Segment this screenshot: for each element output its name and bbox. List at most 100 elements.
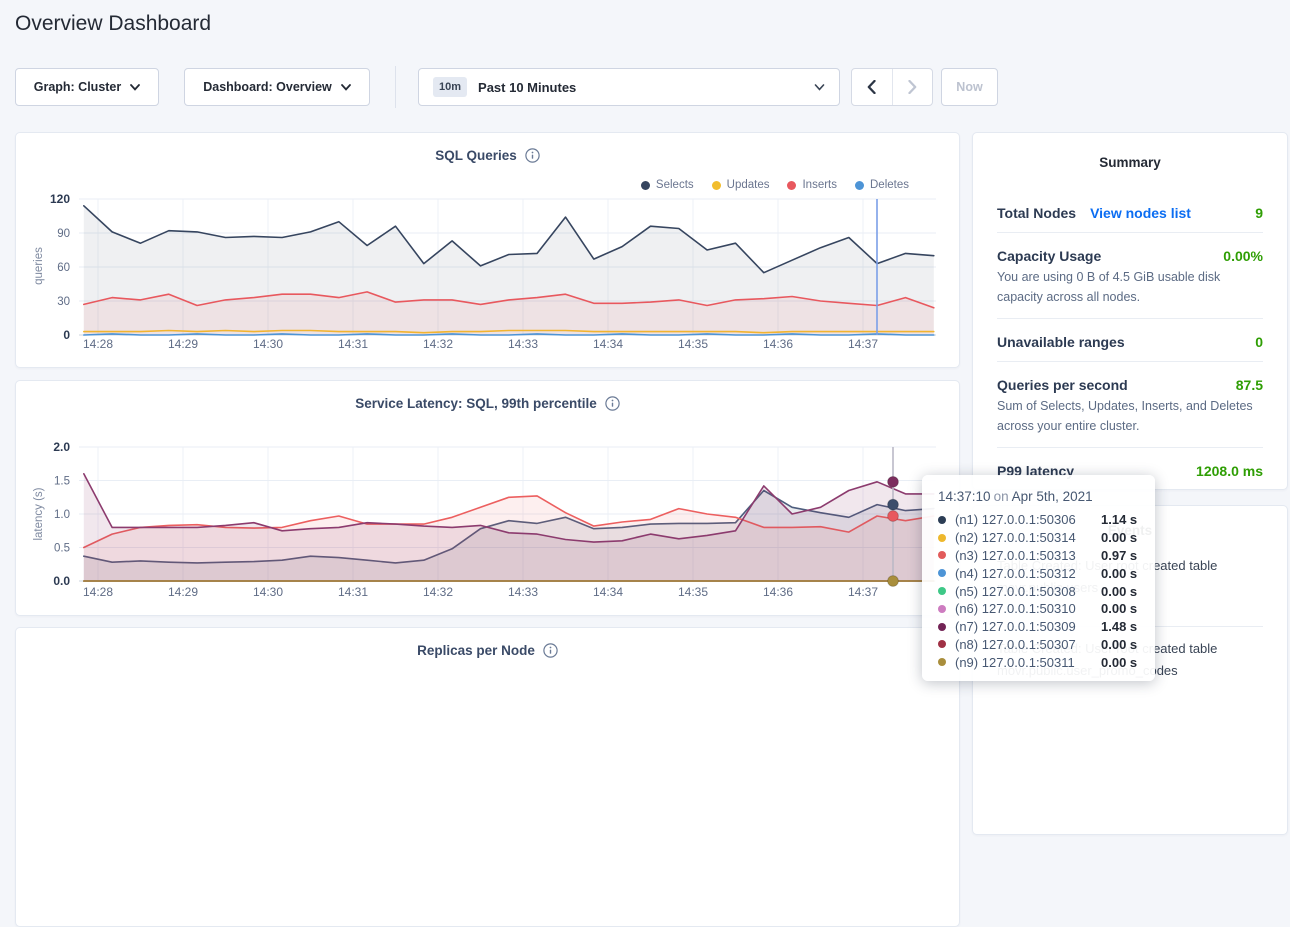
node-color-dot — [938, 569, 946, 577]
x-tick-label: 14:31 — [338, 585, 368, 599]
y-tick-label: 0 — [63, 328, 70, 342]
tooltip-row: (n9) 127.0.0.1:503110.00 s — [938, 653, 1139, 671]
now-button[interactable]: Now — [941, 68, 998, 106]
time-range-label: Past 10 Minutes — [478, 80, 576, 95]
x-tick-label: 14:30 — [253, 585, 283, 599]
graph-select[interactable]: Graph: Cluster — [15, 68, 159, 106]
tooltip-node-value: 0.00 s — [1101, 655, 1137, 670]
tooltip-time: 14:37:10 — [938, 489, 991, 504]
tooltip-node-value: 0.00 s — [1101, 530, 1137, 545]
x-tick-label: 14:29 — [168, 337, 198, 351]
tooltip-node-label: (n2) 127.0.0.1:50314 — [955, 530, 1101, 545]
chevron-down-icon — [341, 84, 351, 91]
tooltip-row: (n5) 127.0.0.1:503080.00 s — [938, 582, 1139, 600]
x-tick-label: 14:37 — [848, 585, 878, 599]
summary-row-label: Capacity Usage — [997, 248, 1101, 264]
service-latency-panel: Service Latency: SQL, 99th percentile la… — [15, 380, 960, 616]
x-tick-label: 14:32 — [423, 337, 453, 351]
x-tick-label: 14:35 — [678, 585, 708, 599]
summary-row-value: 0.00% — [1223, 248, 1263, 264]
chevron-down-icon — [130, 84, 140, 91]
tooltip-node-value: 0.00 s — [1101, 601, 1137, 616]
dashboard-select[interactable]: Dashboard: Overview — [184, 68, 370, 106]
hover-point-dot — [888, 511, 899, 522]
tooltip-row: (n1) 127.0.0.1:503061.14 s — [938, 511, 1139, 529]
summary-row-queries-per-second: Queries per second 87.5 Sum of Selects, … — [997, 362, 1263, 448]
sql-chart-plot[interactable]: 030609012014:2814:2914:3014:3114:3214:33… — [16, 133, 961, 369]
tooltip-node-label: (n1) 127.0.0.1:50306 — [955, 512, 1101, 527]
hover-point-dot — [888, 476, 899, 487]
tooltip-node-value: 0.00 s — [1101, 637, 1137, 652]
hover-point-dot — [888, 499, 899, 510]
time-range-pager — [851, 68, 933, 106]
tooltip-rows: (n1) 127.0.0.1:503061.14 s(n2) 127.0.0.1… — [938, 511, 1139, 671]
node-color-dot — [938, 551, 946, 559]
x-tick-label: 14:30 — [253, 337, 283, 351]
y-tick-label: 0.5 — [54, 543, 70, 555]
y-tick-label: 2.0 — [53, 440, 70, 454]
y-tick-label: 60 — [57, 262, 70, 274]
replicas-chart-title: Replicas per Node — [417, 643, 535, 658]
summary-panel: Summary Total Nodes View nodes list 9 Ca… — [972, 132, 1288, 490]
y-tick-label: 1.5 — [54, 476, 70, 488]
x-tick-label: 14:34 — [593, 585, 623, 599]
node-color-dot — [938, 640, 946, 648]
node-color-dot — [938, 605, 946, 613]
prev-range-button[interactable] — [852, 69, 893, 105]
tooltip-connector: on — [994, 489, 1009, 504]
x-tick-label: 14:32 — [423, 585, 453, 599]
tooltip-node-value: 0.97 s — [1101, 548, 1137, 563]
x-tick-label: 14:33 — [508, 585, 538, 599]
x-tick-label: 14:37 — [848, 337, 878, 351]
tooltip-row: (n3) 127.0.0.1:503130.97 s — [938, 547, 1139, 565]
x-tick-label: 14:36 — [763, 585, 793, 599]
latency-chart-plot[interactable]: 0.00.51.01.52.014:2814:2914:3014:3114:32… — [16, 381, 961, 617]
next-range-button[interactable] — [893, 69, 933, 105]
summary-row-label: Queries per second — [997, 377, 1128, 393]
node-color-dot — [938, 534, 946, 542]
tooltip-node-label: (n5) 127.0.0.1:50308 — [955, 584, 1101, 599]
x-tick-label: 14:34 — [593, 337, 623, 351]
y-tick-label: 1.0 — [54, 509, 70, 521]
x-tick-label: 14:29 — [168, 585, 198, 599]
summary-row-description: You are using 0 B of 4.5 GiB usable disk… — [997, 268, 1263, 307]
tooltip-node-label: (n8) 127.0.0.1:50307 — [955, 637, 1101, 652]
tooltip-row: (n4) 127.0.0.1:503120.00 s — [938, 564, 1139, 582]
chevron-down-icon — [814, 84, 825, 91]
summary-title: Summary — [973, 155, 1287, 170]
summary-row-label: Total Nodes — [997, 205, 1076, 221]
info-icon[interactable] — [543, 643, 558, 658]
y-tick-label: 0.0 — [53, 574, 70, 588]
tooltip-row: (n6) 127.0.0.1:503100.00 s — [938, 600, 1139, 618]
tooltip-timestamp: 14:37:10onApr 5th, 2021 — [938, 489, 1139, 504]
toolbar-divider — [395, 66, 396, 108]
x-tick-label: 14:33 — [508, 337, 538, 351]
tooltip-node-label: (n9) 127.0.0.1:50311 — [955, 655, 1101, 670]
tooltip-row: (n7) 127.0.0.1:503091.48 s — [938, 618, 1139, 636]
chevron-right-icon — [908, 80, 917, 94]
summary-row-capacity-usage: Capacity Usage 0.00% You are using 0 B o… — [997, 233, 1263, 319]
tooltip-row: (n8) 127.0.0.1:503070.00 s — [938, 636, 1139, 654]
x-tick-label: 14:28 — [83, 337, 113, 351]
summary-row-value: 1208.0 ms — [1196, 463, 1263, 479]
tooltip-row: (n2) 127.0.0.1:503140.00 s — [938, 529, 1139, 547]
node-color-dot — [938, 587, 946, 595]
x-tick-label: 14:36 — [763, 337, 793, 351]
summary-row-value: 0 — [1255, 334, 1263, 350]
summary-row-value: 9 — [1255, 205, 1263, 221]
node-color-dot — [938, 658, 946, 666]
sql-queries-panel: SQL Queries SelectsUpdatesInsertsDeletes… — [15, 132, 960, 368]
time-range-badge: 10m — [433, 77, 467, 97]
tooltip-node-value: 1.48 s — [1101, 619, 1137, 634]
view-nodes-list-link[interactable]: View nodes list — [1090, 205, 1191, 221]
chart-hover-tooltip: 14:37:10onApr 5th, 2021 (n1) 127.0.0.1:5… — [922, 475, 1155, 681]
tooltip-node-label: (n6) 127.0.0.1:50310 — [955, 601, 1101, 616]
tooltip-node-value: 0.00 s — [1101, 566, 1137, 581]
summary-row-value: 87.5 — [1236, 377, 1263, 393]
y-tick-label: 120 — [50, 192, 70, 206]
hover-point-dot — [888, 576, 899, 587]
tooltip-date: Apr 5th, 2021 — [1012, 489, 1093, 504]
time-range-select[interactable]: 10m Past 10 Minutes — [418, 68, 840, 106]
summary-row-total-nodes: Total Nodes View nodes list 9 — [997, 190, 1263, 233]
tooltip-node-label: (n4) 127.0.0.1:50312 — [955, 566, 1101, 581]
